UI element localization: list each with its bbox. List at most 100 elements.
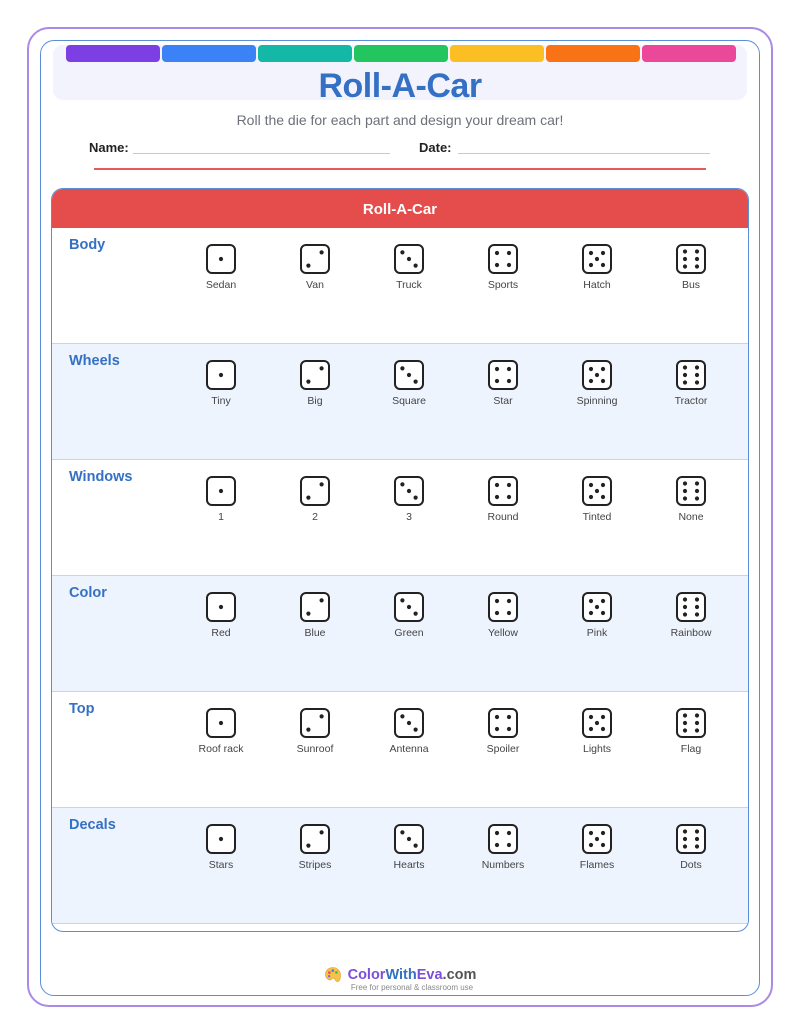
roll-option: Flames <box>552 824 642 871</box>
roll-option: Sports <box>458 244 548 291</box>
die-six-icon <box>676 708 706 738</box>
roll-option: Square <box>364 360 454 407</box>
roll-table: Roll-A-Car Body Sedan Van Truck Sports Hatch B… <box>51 188 749 932</box>
die-three-icon <box>394 708 424 738</box>
roll-option: Tiny <box>176 360 266 407</box>
option-label: 1 <box>218 511 224 523</box>
name-field[interactable] <box>133 153 390 154</box>
roll-option: Sunroof <box>270 708 360 755</box>
option-label: 2 <box>312 511 318 523</box>
table-row: Body Sedan Van Truck Sports Hatch Bus <box>52 228 748 344</box>
option-label: Spoiler <box>486 743 520 755</box>
roll-option: Round <box>458 476 548 523</box>
roll-option: Van <box>270 244 360 291</box>
roll-option: Yellow <box>458 592 548 639</box>
roll-option: Tractor <box>646 360 736 407</box>
option-label: Green <box>394 627 424 639</box>
option-label: Numbers <box>481 859 525 871</box>
option-label: Round <box>487 511 519 523</box>
roll-option: Sedan <box>176 244 266 291</box>
option-label: Truck <box>396 279 422 291</box>
die-two-icon <box>300 476 330 506</box>
option-label: Spinning <box>576 395 618 407</box>
roll-option: Spoiler <box>458 708 548 755</box>
option-label: Flag <box>680 743 702 755</box>
die-four-icon <box>488 244 518 274</box>
palette-icon <box>324 967 341 982</box>
page-title: Roll-A-Car <box>318 67 482 105</box>
roll-option: Star <box>458 360 548 407</box>
die-three-icon <box>394 476 424 506</box>
die-four-icon <box>488 476 518 506</box>
table-row: Windows 1 2 3 Round Tinted None <box>52 460 748 576</box>
roll-option: Truck <box>364 244 454 291</box>
color-strip-segment <box>162 45 256 62</box>
option-label: Hearts <box>393 859 425 871</box>
roll-option: Rainbow <box>646 592 736 639</box>
die-two-icon <box>300 708 330 738</box>
option-label: Stripes <box>298 859 332 871</box>
table-row: Decals Stars Stripes Hearts Numbers Flames Dot… <box>52 808 748 924</box>
die-three-icon <box>394 592 424 622</box>
row-category-label: Top <box>69 701 95 717</box>
color-strip-segment <box>354 45 448 62</box>
die-five-icon <box>582 592 612 622</box>
die-three-icon <box>394 360 424 390</box>
roll-option: Red <box>176 592 266 639</box>
roll-option: Hearts <box>364 824 454 871</box>
option-label: None <box>678 511 704 523</box>
roll-option: Tinted <box>552 476 642 523</box>
brand-color-text: Color <box>347 967 386 983</box>
option-label: Bus <box>681 279 701 291</box>
row-category-label: Windows <box>69 469 133 485</box>
die-one-icon <box>206 360 236 390</box>
option-label: Lights <box>582 743 612 755</box>
date-field[interactable] <box>458 153 710 154</box>
die-four-icon <box>488 708 518 738</box>
die-five-icon <box>582 360 612 390</box>
roll-option: Flag <box>646 708 736 755</box>
option-label: 3 <box>406 511 412 523</box>
table-row: Color Red Blue Green Yellow Pink Rainbow <box>52 576 748 692</box>
die-six-icon <box>676 244 706 274</box>
name-label: Name: <box>89 140 129 155</box>
table-title: Roll-A-Car <box>52 189 748 228</box>
die-three-icon <box>394 824 424 854</box>
option-label: Red <box>211 627 231 639</box>
color-strip-segment <box>546 45 640 62</box>
roll-option: Antenna <box>364 708 454 755</box>
option-label: Rainbow <box>670 627 712 639</box>
roll-option: Stars <box>176 824 266 871</box>
die-one-icon <box>206 244 236 274</box>
die-six-icon <box>676 824 706 854</box>
die-two-icon <box>300 244 330 274</box>
die-four-icon <box>488 824 518 854</box>
option-label: Stars <box>208 859 234 871</box>
die-two-icon <box>300 824 330 854</box>
roll-option: Big <box>270 360 360 407</box>
option-label: Flames <box>579 859 615 871</box>
roll-option: 1 <box>176 476 266 523</box>
die-one-icon <box>206 708 236 738</box>
roll-option: Bus <box>646 244 736 291</box>
die-five-icon <box>582 824 612 854</box>
row-category-label: Wheels <box>69 353 120 369</box>
roll-option: Green <box>364 592 454 639</box>
roll-option: 3 <box>364 476 454 523</box>
die-one-icon <box>206 592 236 622</box>
option-label: Hatch <box>583 279 611 291</box>
option-label: Square <box>392 395 426 407</box>
rainbow-color-strip <box>66 45 736 62</box>
roll-option: 2 <box>270 476 360 523</box>
option-label: Star <box>493 395 513 407</box>
color-strip-segment <box>66 45 160 62</box>
die-six-icon <box>676 360 706 390</box>
option-label: Roof rack <box>198 743 244 755</box>
color-strip-segment <box>450 45 544 62</box>
roll-option: Roof rack <box>176 708 266 755</box>
option-label: Tiny <box>211 395 231 407</box>
table-row: Wheels Tiny Big Square Star Spinning Tractor <box>52 344 748 460</box>
roll-option: Dots <box>646 824 736 871</box>
die-three-icon <box>394 244 424 274</box>
die-five-icon <box>582 476 612 506</box>
